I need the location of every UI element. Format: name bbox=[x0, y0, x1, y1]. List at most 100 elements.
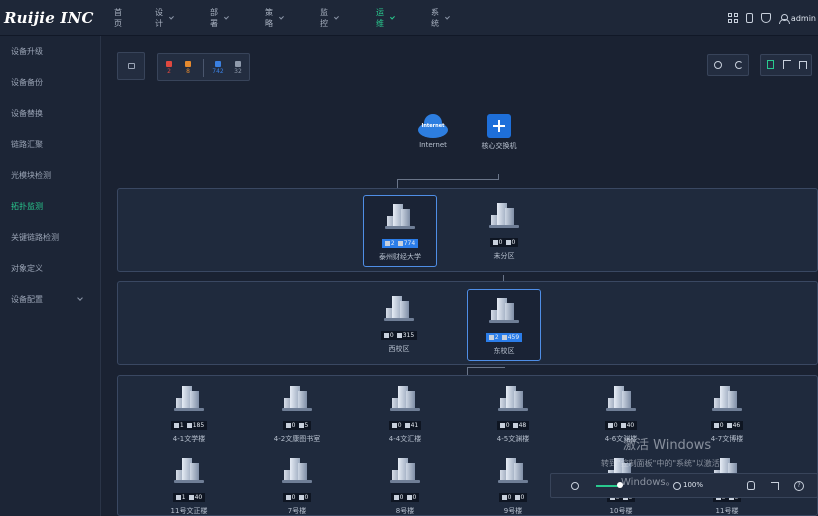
warning-alarm-icon bbox=[185, 61, 191, 67]
sidebar-item-6[interactable]: 关键链路检测 bbox=[11, 232, 96, 243]
internet-node[interactable]: Internet Internet bbox=[412, 114, 454, 149]
node-label: 4-1文学楼 bbox=[172, 435, 206, 443]
core-switch-node[interactable]: 核心交换机 bbox=[474, 114, 524, 151]
topology-node[interactable]: 1 40 11号文正楼 bbox=[157, 456, 221, 516]
top-navigation-bar: Ruijie INC 首页 设计 部署 策略 监控 运维 系统 admin bbox=[0, 0, 818, 36]
topology-canvas[interactable]: 2 8 742 32 Internet Internet 核心交换机 2 774… bbox=[101, 36, 818, 516]
zoom-toolbar: 100% ? bbox=[550, 473, 818, 498]
topology-node[interactable]: 0 0 未分区 bbox=[474, 201, 534, 261]
nav-item-6[interactable]: 系统 bbox=[431, 0, 451, 36]
topology-node[interactable]: 0 48 4-5文渊楼 bbox=[481, 384, 545, 444]
search-icon[interactable] bbox=[714, 61, 722, 69]
device-count: 5 bbox=[298, 422, 308, 429]
device-count: 185 bbox=[186, 422, 204, 429]
header-tools: admin bbox=[727, 0, 818, 36]
topology-node[interactable]: 2 459 东校区 bbox=[467, 289, 541, 361]
tree-layout-icon[interactable] bbox=[767, 60, 774, 69]
nav-item-1[interactable]: 设计 bbox=[155, 0, 175, 36]
stat-critical[interactable]: 2 bbox=[161, 61, 177, 75]
topology-node[interactable]: 0 315 西校区 bbox=[369, 294, 429, 354]
fullscreen-icon[interactable] bbox=[771, 482, 779, 490]
alarm-icon bbox=[501, 495, 507, 500]
nav-item-0[interactable]: 首页 bbox=[114, 0, 122, 36]
alarm-icon bbox=[285, 423, 291, 428]
device-icon bbox=[298, 423, 304, 428]
sidebar-item-8[interactable]: 设备配置 bbox=[11, 294, 96, 305]
sidebar-item-4[interactable]: 光模块检测 bbox=[11, 170, 96, 181]
brand-logo: Ruijie INC bbox=[4, 8, 94, 27]
sidebar-item-7[interactable]: 对象定义 bbox=[11, 263, 96, 274]
node-counts: 00 bbox=[390, 493, 420, 502]
refresh-icon[interactable] bbox=[735, 61, 743, 69]
collapse-panel-button[interactable] bbox=[117, 52, 145, 80]
sidebar-item-1[interactable]: 设备备份 bbox=[11, 77, 96, 88]
node-label: 10号楼 bbox=[609, 507, 633, 515]
device-icon bbox=[186, 423, 192, 428]
alarm-count: 0 bbox=[501, 494, 512, 501]
node-label: 泰州财经大学 bbox=[379, 253, 421, 261]
building-icon bbox=[390, 384, 420, 412]
zoom-in-icon[interactable] bbox=[673, 482, 681, 490]
nav-item-3[interactable]: 策略 bbox=[265, 0, 285, 36]
topology-node[interactable]: 2 774 泰州财经大学 bbox=[363, 195, 437, 267]
topology-node[interactable]: 0 40 4-6文渊楼 bbox=[589, 384, 653, 444]
building-icon bbox=[174, 384, 204, 412]
region-level-1 bbox=[117, 188, 818, 272]
sidebar-item-5[interactable]: 拓扑监测 bbox=[11, 201, 96, 212]
chevron-down-icon bbox=[390, 14, 396, 19]
username: admin bbox=[790, 13, 816, 23]
node-label: 11号楼 bbox=[715, 507, 739, 515]
node-label: 4-7文博楼 bbox=[710, 435, 744, 443]
alarm-count: 0 bbox=[383, 332, 394, 339]
chevron-down-icon bbox=[224, 14, 230, 19]
stat-online[interactable]: 742 bbox=[210, 61, 226, 75]
device-count: 46 bbox=[726, 422, 740, 429]
nav-item-5[interactable]: 运维 bbox=[376, 0, 396, 36]
topology-node[interactable]: 0 0 7号楼 bbox=[265, 456, 329, 516]
zoom-out-icon[interactable] bbox=[571, 482, 579, 490]
phone-icon[interactable] bbox=[745, 13, 753, 23]
device-icon bbox=[404, 423, 410, 428]
zoom-level[interactable]: 100% bbox=[683, 481, 703, 489]
topology-node[interactable]: 0 41 4-4文汇楼 bbox=[373, 384, 437, 444]
topology-node[interactable]: 0 0 8号楼 bbox=[373, 456, 437, 516]
chevron-down-icon bbox=[169, 14, 175, 19]
pan-hand-icon[interactable] bbox=[747, 481, 755, 490]
alarm-icon bbox=[175, 495, 181, 500]
divider bbox=[203, 59, 204, 77]
topology-node[interactable]: 0 5 4-2文康图书室 bbox=[265, 384, 329, 444]
stat-warning[interactable]: 8 bbox=[180, 61, 196, 75]
sidebar-item-0[interactable]: 设备升级 bbox=[11, 46, 96, 57]
alarm-icon bbox=[173, 423, 179, 428]
horizontal-layout-icon[interactable] bbox=[783, 60, 791, 69]
node-label: 4-4文汇楼 bbox=[388, 435, 422, 443]
nav-item-label: 部署 bbox=[210, 8, 218, 28]
nav-item-4[interactable]: 监控 bbox=[320, 0, 340, 36]
stat-offline[interactable]: 32 bbox=[230, 61, 246, 75]
device-count: 315 bbox=[396, 332, 414, 339]
node-counts: 2 774 bbox=[381, 239, 419, 248]
device-count: 0 bbox=[298, 494, 308, 501]
building-icon bbox=[390, 456, 420, 484]
device-count: 0 bbox=[514, 494, 524, 501]
node-label: 4-2文康图书室 bbox=[273, 435, 321, 443]
sidebar-item-3[interactable]: 链路汇聚 bbox=[11, 139, 96, 150]
sidebar-item-2[interactable]: 设备替换 bbox=[11, 108, 96, 119]
device-icon bbox=[505, 240, 511, 245]
topology-node[interactable]: 1 185 4-1文学楼 bbox=[157, 384, 221, 444]
building-icon bbox=[282, 384, 312, 412]
node-label: 7号楼 bbox=[287, 507, 307, 515]
zoom-slider-handle[interactable] bbox=[617, 482, 623, 488]
user-menu[interactable]: admin bbox=[778, 13, 816, 24]
shield-icon[interactable] bbox=[760, 13, 771, 23]
nav-item-2[interactable]: 部署 bbox=[210, 0, 230, 36]
chevron-down-icon bbox=[77, 295, 83, 301]
topology-node[interactable]: 0 46 4-7文博楼 bbox=[695, 384, 759, 444]
building-icon bbox=[498, 456, 528, 484]
alarm-icon bbox=[285, 495, 291, 500]
building-icon bbox=[174, 456, 204, 484]
help-icon[interactable]: ? bbox=[794, 481, 804, 491]
org-chart-icon[interactable] bbox=[799, 61, 807, 69]
topology-node[interactable]: 0 0 9号楼 bbox=[481, 456, 545, 516]
grid-icon[interactable] bbox=[727, 13, 738, 23]
